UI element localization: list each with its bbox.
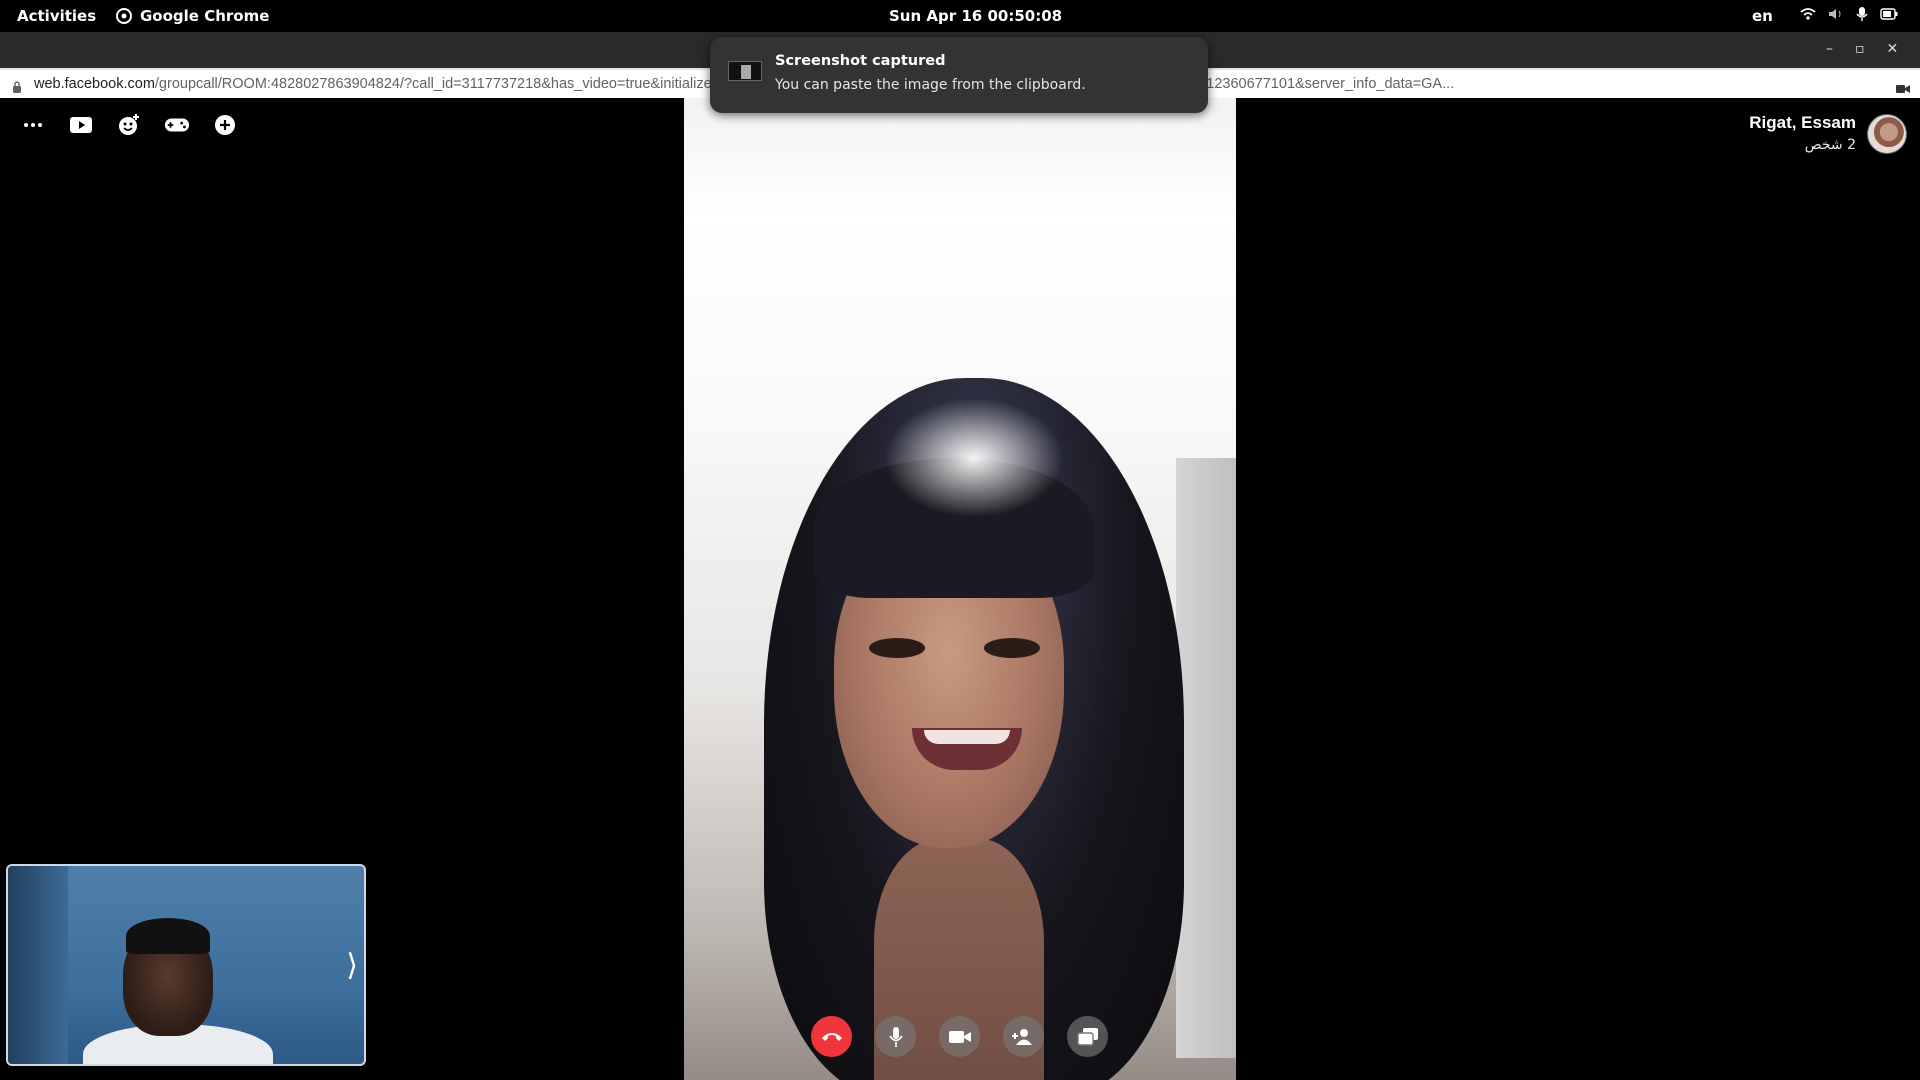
screenshot-thumbnail <box>728 61 762 81</box>
right-eye <box>984 638 1040 658</box>
activities-button[interactable]: Activities <box>17 7 96 25</box>
self-person-hair <box>126 918 210 954</box>
notification-title: Screenshot captured <box>775 53 946 69</box>
share-screen-button[interactable] <box>1067 1016 1108 1057</box>
wifi-icon <box>1800 7 1816 21</box>
self-view-video[interactable]: ⟩ <box>6 864 366 1066</box>
chrome-icon <box>116 8 132 24</box>
light-glare <box>884 398 1064 518</box>
call-toolbar <box>20 112 238 138</box>
app-menu[interactable]: Google Chrome <box>116 7 269 25</box>
microphone-icon <box>1856 6 1868 22</box>
notification-body: You can paste the image from the clipboa… <box>775 77 1086 93</box>
volume-icon <box>1828 7 1844 21</box>
minimize-icon[interactable]: – <box>1826 41 1833 57</box>
background-pillar <box>8 866 68 1064</box>
games-icon[interactable] <box>164 112 190 138</box>
system-tray[interactable] <box>1800 6 1898 22</box>
add-icon[interactable] <box>212 112 238 138</box>
app-name-label: Google Chrome <box>140 7 270 25</box>
left-eye <box>869 638 925 658</box>
effects-icon[interactable] <box>116 112 142 138</box>
participants-count: 2 شخص <box>1804 137 1856 153</box>
participants-names: Rigat, Essam <box>1749 113 1856 132</box>
system-top-bar: Activities Google Chrome Sun Apr 16 00:5… <box>0 0 1920 32</box>
camera-in-use-icon[interactable] <box>1896 79 1910 98</box>
end-call-button[interactable] <box>811 1016 852 1057</box>
remote-video[interactable] <box>684 98 1236 1080</box>
screenshot-notification[interactable]: Screenshot captured You can paste the im… <box>710 37 1208 113</box>
close-icon[interactable]: ✕ <box>1887 41 1899 57</box>
participants-header[interactable]: Rigat, Essam 2 شخص <box>1749 113 1856 153</box>
background-wall <box>1176 458 1236 1058</box>
call-controls <box>811 1016 1108 1057</box>
lock-icon[interactable] <box>12 78 22 97</box>
battery-icon <box>1880 8 1898 20</box>
language-indicator[interactable]: en <box>1752 7 1773 25</box>
window-controls: – ▫ ✕ <box>1826 41 1898 57</box>
microphone-button[interactable] <box>875 1016 916 1057</box>
more-icon[interactable] <box>20 112 46 138</box>
collapse-self-view-icon[interactable]: ⟩ <box>346 948 358 983</box>
share-screen-icon[interactable] <box>68 112 94 138</box>
restore-icon[interactable]: ▫ <box>1855 41 1865 57</box>
clock[interactable]: Sun Apr 16 00:50:08 <box>889 7 1062 25</box>
avatar[interactable] <box>1867 114 1907 154</box>
camera-button[interactable] <box>939 1016 980 1057</box>
teeth <box>924 730 1010 744</box>
url-host: web.facebook.com <box>34 76 155 92</box>
add-person-button[interactable] <box>1003 1016 1044 1057</box>
